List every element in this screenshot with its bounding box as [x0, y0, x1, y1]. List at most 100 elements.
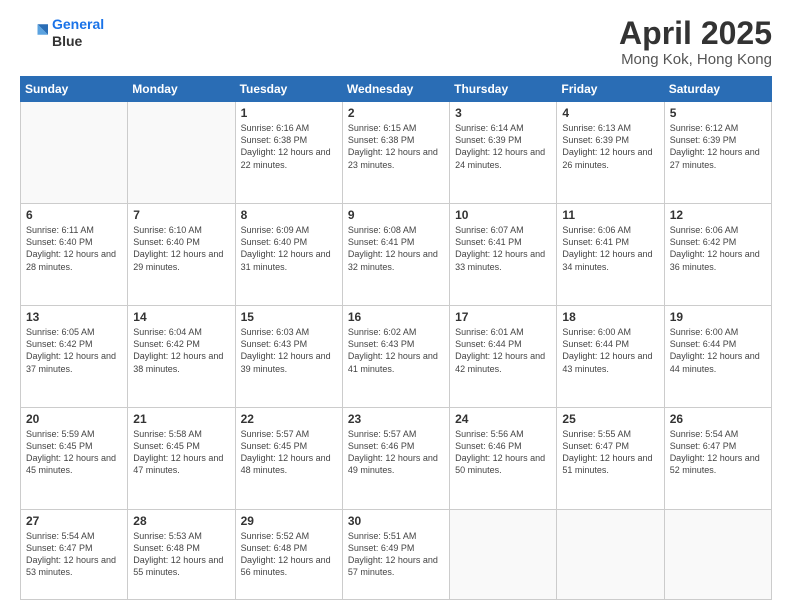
day-number: 10 [455, 208, 551, 222]
day-info: Sunrise: 5:59 AMSunset: 6:45 PMDaylight:… [26, 428, 122, 477]
table-row: 15 Sunrise: 6:03 AMSunset: 6:43 PMDaylig… [235, 306, 342, 408]
day-number: 30 [348, 514, 444, 528]
col-wednesday: Wednesday [342, 77, 449, 102]
col-friday: Friday [557, 77, 664, 102]
col-monday: Monday [128, 77, 235, 102]
day-number: 8 [241, 208, 337, 222]
day-number: 1 [241, 106, 337, 120]
day-number: 9 [348, 208, 444, 222]
subtitle: Mong Kok, Hong Kong [619, 51, 772, 68]
header: General Blue April 2025 Mong Kok, Hong K… [20, 16, 772, 68]
table-row [21, 102, 128, 204]
day-number: 19 [670, 310, 766, 324]
table-row: 14 Sunrise: 6:04 AMSunset: 6:42 PMDaylig… [128, 306, 235, 408]
day-number: 7 [133, 208, 229, 222]
day-number: 15 [241, 310, 337, 324]
day-info: Sunrise: 6:10 AMSunset: 6:40 PMDaylight:… [133, 224, 229, 273]
table-row: 11 Sunrise: 6:06 AMSunset: 6:41 PMDaylig… [557, 204, 664, 306]
day-info: Sunrise: 6:02 AMSunset: 6:43 PMDaylight:… [348, 326, 444, 375]
table-row: 9 Sunrise: 6:08 AMSunset: 6:41 PMDayligh… [342, 204, 449, 306]
day-number: 27 [26, 514, 122, 528]
table-row: 5 Sunrise: 6:12 AMSunset: 6:39 PMDayligh… [664, 102, 771, 204]
day-number: 23 [348, 412, 444, 426]
day-number: 6 [26, 208, 122, 222]
day-info: Sunrise: 6:12 AMSunset: 6:39 PMDaylight:… [670, 122, 766, 171]
table-row: 28 Sunrise: 5:53 AMSunset: 6:48 PMDaylig… [128, 510, 235, 600]
title-block: April 2025 Mong Kok, Hong Kong [619, 16, 772, 68]
table-row [664, 510, 771, 600]
day-info: Sunrise: 6:16 AMSunset: 6:38 PMDaylight:… [241, 122, 337, 171]
table-row: 18 Sunrise: 6:00 AMSunset: 6:44 PMDaylig… [557, 306, 664, 408]
day-info: Sunrise: 6:04 AMSunset: 6:42 PMDaylight:… [133, 326, 229, 375]
table-row: 8 Sunrise: 6:09 AMSunset: 6:40 PMDayligh… [235, 204, 342, 306]
day-number: 29 [241, 514, 337, 528]
day-info: Sunrise: 5:57 AMSunset: 6:46 PMDaylight:… [348, 428, 444, 477]
main-title: April 2025 [619, 16, 772, 51]
table-row: 12 Sunrise: 6:06 AMSunset: 6:42 PMDaylig… [664, 204, 771, 306]
table-row [450, 510, 557, 600]
day-info: Sunrise: 6:01 AMSunset: 6:44 PMDaylight:… [455, 326, 551, 375]
day-info: Sunrise: 5:54 AMSunset: 6:47 PMDaylight:… [26, 530, 122, 579]
table-row: 21 Sunrise: 5:58 AMSunset: 6:45 PMDaylig… [128, 408, 235, 510]
logo-line1: General [52, 16, 104, 32]
day-number: 3 [455, 106, 551, 120]
col-sunday: Sunday [21, 77, 128, 102]
day-number: 18 [562, 310, 658, 324]
day-info: Sunrise: 6:13 AMSunset: 6:39 PMDaylight:… [562, 122, 658, 171]
table-row: 23 Sunrise: 5:57 AMSunset: 6:46 PMDaylig… [342, 408, 449, 510]
logo-text: General Blue [52, 16, 104, 50]
day-number: 28 [133, 514, 229, 528]
day-number: 16 [348, 310, 444, 324]
day-info: Sunrise: 6:07 AMSunset: 6:41 PMDaylight:… [455, 224, 551, 273]
table-row [557, 510, 664, 600]
table-row: 10 Sunrise: 6:07 AMSunset: 6:41 PMDaylig… [450, 204, 557, 306]
table-row: 20 Sunrise: 5:59 AMSunset: 6:45 PMDaylig… [21, 408, 128, 510]
day-number: 22 [241, 412, 337, 426]
day-info: Sunrise: 5:53 AMSunset: 6:48 PMDaylight:… [133, 530, 229, 579]
table-row: 19 Sunrise: 6:00 AMSunset: 6:44 PMDaylig… [664, 306, 771, 408]
logo: General Blue [20, 16, 104, 50]
logo-icon [20, 19, 48, 47]
day-number: 26 [670, 412, 766, 426]
day-info: Sunrise: 6:05 AMSunset: 6:42 PMDaylight:… [26, 326, 122, 375]
table-row: 13 Sunrise: 6:05 AMSunset: 6:42 PMDaylig… [21, 306, 128, 408]
day-info: Sunrise: 5:56 AMSunset: 6:46 PMDaylight:… [455, 428, 551, 477]
day-info: Sunrise: 5:58 AMSunset: 6:45 PMDaylight:… [133, 428, 229, 477]
day-info: Sunrise: 6:14 AMSunset: 6:39 PMDaylight:… [455, 122, 551, 171]
day-info: Sunrise: 6:06 AMSunset: 6:42 PMDaylight:… [670, 224, 766, 273]
day-info: Sunrise: 5:51 AMSunset: 6:49 PMDaylight:… [348, 530, 444, 579]
day-number: 12 [670, 208, 766, 222]
day-info: Sunrise: 6:00 AMSunset: 6:44 PMDaylight:… [670, 326, 766, 375]
table-row: 6 Sunrise: 6:11 AMSunset: 6:40 PMDayligh… [21, 204, 128, 306]
day-info: Sunrise: 6:15 AMSunset: 6:38 PMDaylight:… [348, 122, 444, 171]
day-info: Sunrise: 6:00 AMSunset: 6:44 PMDaylight:… [562, 326, 658, 375]
day-number: 13 [26, 310, 122, 324]
table-row: 2 Sunrise: 6:15 AMSunset: 6:38 PMDayligh… [342, 102, 449, 204]
table-row: 7 Sunrise: 6:10 AMSunset: 6:40 PMDayligh… [128, 204, 235, 306]
day-info: Sunrise: 6:11 AMSunset: 6:40 PMDaylight:… [26, 224, 122, 273]
table-row: 26 Sunrise: 5:54 AMSunset: 6:47 PMDaylig… [664, 408, 771, 510]
table-row: 29 Sunrise: 5:52 AMSunset: 6:48 PMDaylig… [235, 510, 342, 600]
table-row: 25 Sunrise: 5:55 AMSunset: 6:47 PMDaylig… [557, 408, 664, 510]
day-number: 17 [455, 310, 551, 324]
page: General Blue April 2025 Mong Kok, Hong K… [0, 0, 792, 612]
day-info: Sunrise: 6:09 AMSunset: 6:40 PMDaylight:… [241, 224, 337, 273]
table-row: 1 Sunrise: 6:16 AMSunset: 6:38 PMDayligh… [235, 102, 342, 204]
day-info: Sunrise: 5:52 AMSunset: 6:48 PMDaylight:… [241, 530, 337, 579]
table-row: 27 Sunrise: 5:54 AMSunset: 6:47 PMDaylig… [21, 510, 128, 600]
col-saturday: Saturday [664, 77, 771, 102]
col-tuesday: Tuesday [235, 77, 342, 102]
col-thursday: Thursday [450, 77, 557, 102]
day-number: 14 [133, 310, 229, 324]
day-number: 21 [133, 412, 229, 426]
table-row: 4 Sunrise: 6:13 AMSunset: 6:39 PMDayligh… [557, 102, 664, 204]
table-row: 3 Sunrise: 6:14 AMSunset: 6:39 PMDayligh… [450, 102, 557, 204]
day-number: 11 [562, 208, 658, 222]
table-row: 30 Sunrise: 5:51 AMSunset: 6:49 PMDaylig… [342, 510, 449, 600]
day-info: Sunrise: 6:08 AMSunset: 6:41 PMDaylight:… [348, 224, 444, 273]
calendar-header-row: Sunday Monday Tuesday Wednesday Thursday… [21, 77, 772, 102]
day-number: 5 [670, 106, 766, 120]
calendar-table: Sunday Monday Tuesday Wednesday Thursday… [20, 76, 772, 600]
table-row [128, 102, 235, 204]
table-row: 24 Sunrise: 5:56 AMSunset: 6:46 PMDaylig… [450, 408, 557, 510]
